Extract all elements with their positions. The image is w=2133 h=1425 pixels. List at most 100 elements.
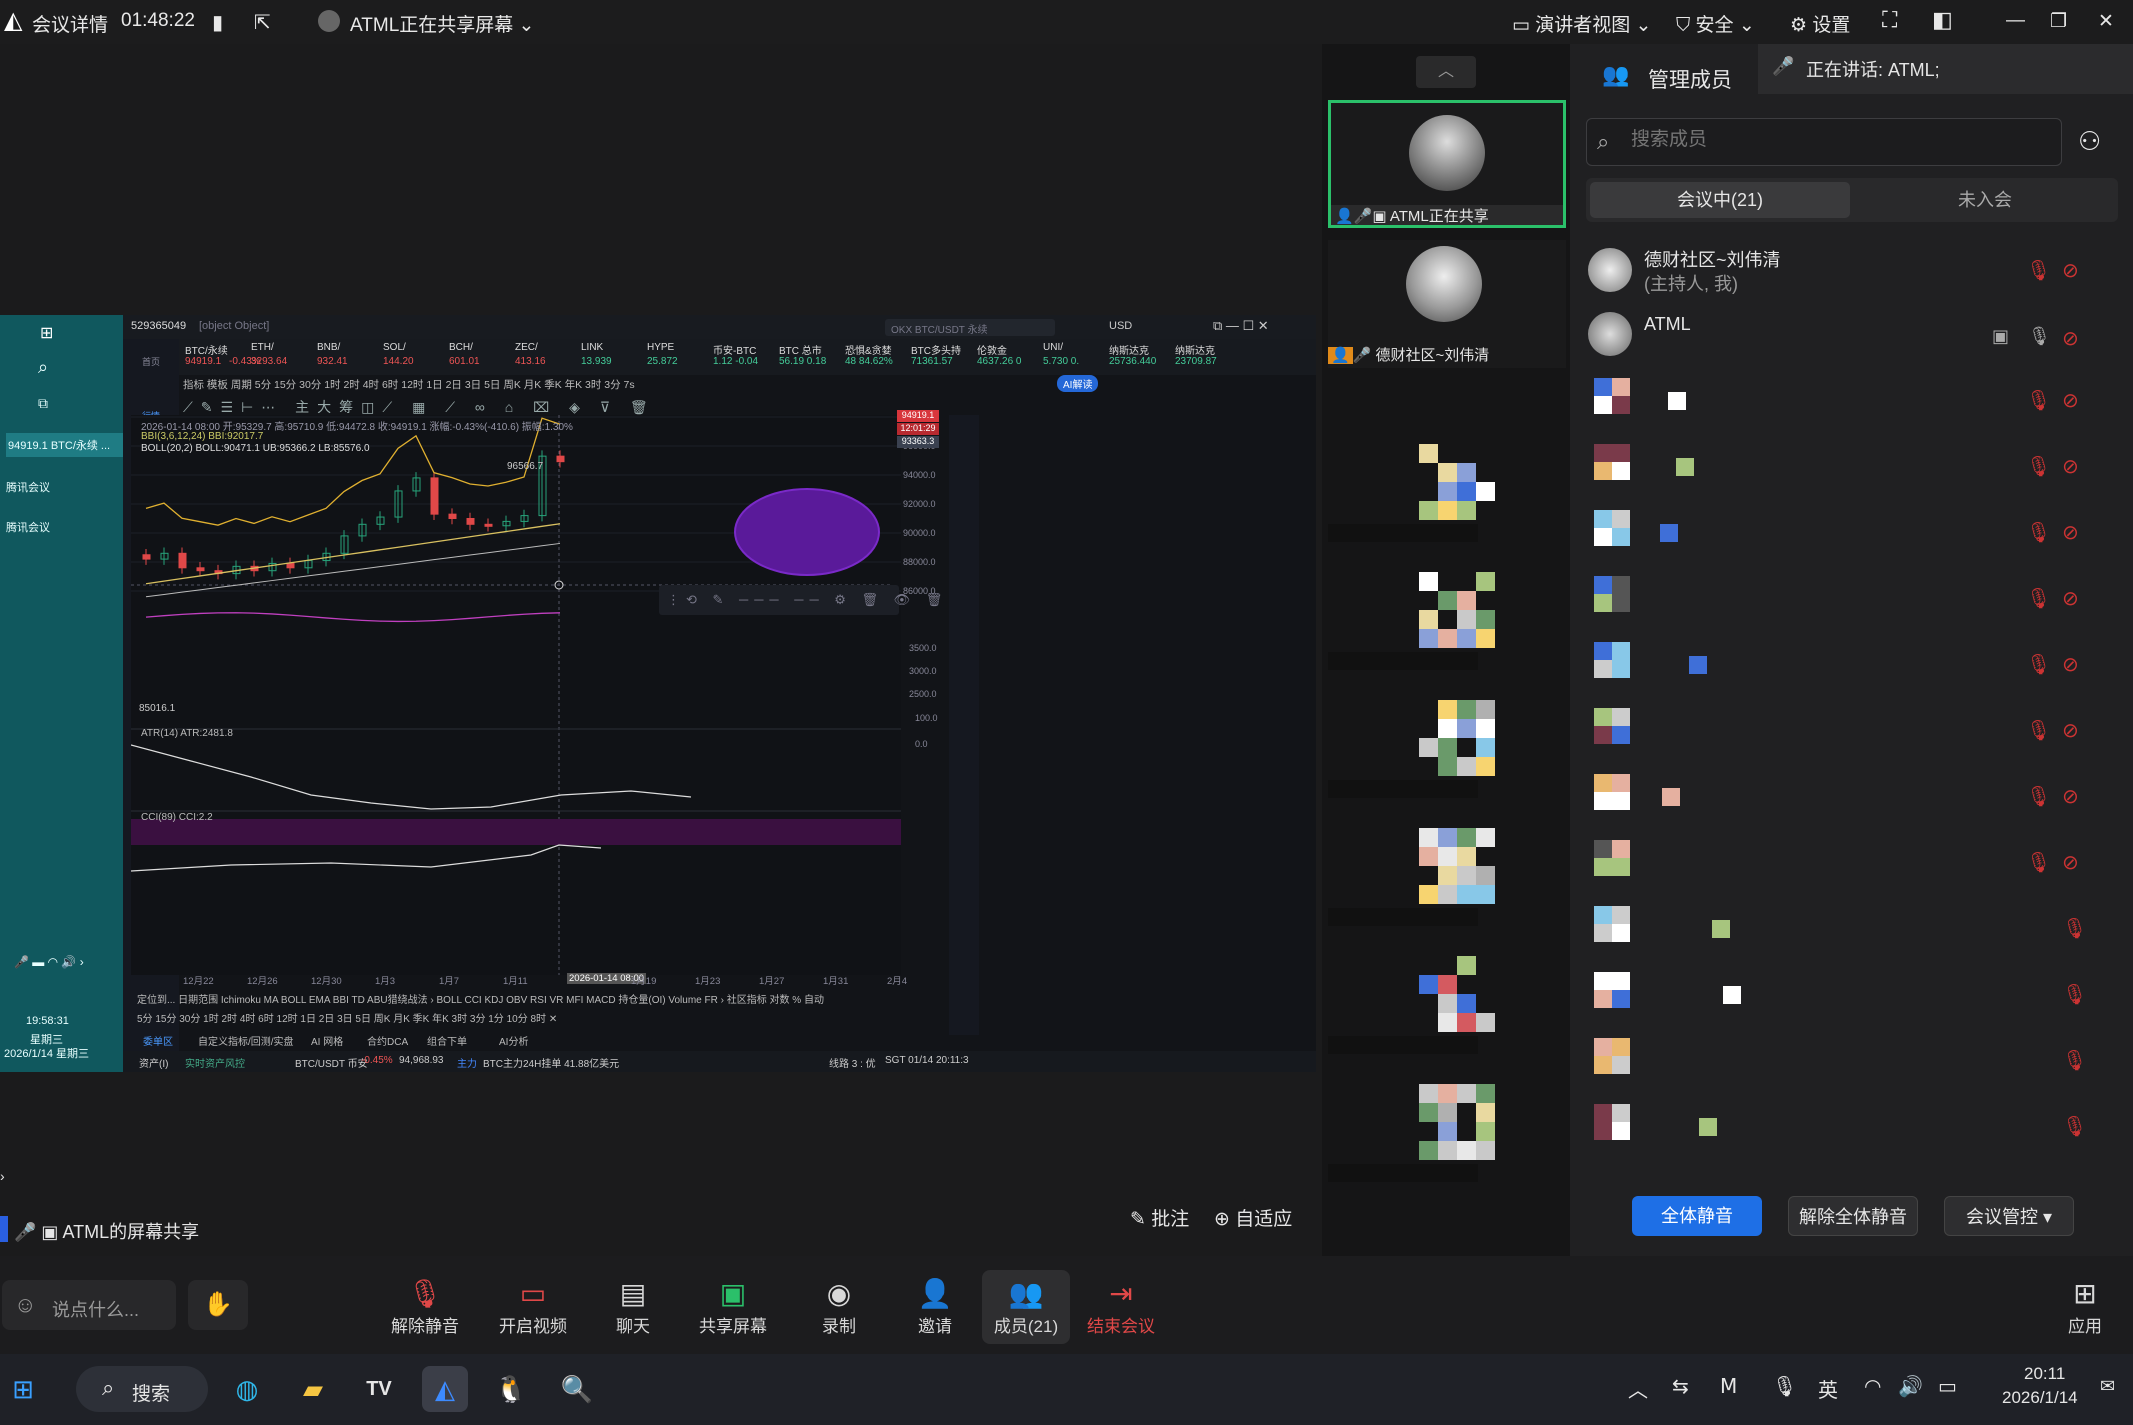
mic-muted-icon[interactable]: 🎙 [2026,652,2051,677]
taskbar-item-meeting-2[interactable]: 腾讯会议 [6,519,50,535]
members-button[interactable]: 👥 成员(21) [982,1270,1070,1344]
drawn-ellipse[interactable] [734,488,880,576]
member-row[interactable]: 🎙 ⊘ [1588,836,2118,896]
video-off-icon[interactable]: ⊘ [2062,520,2079,545]
video-off-icon[interactable]: ⊘ [2062,326,2079,351]
member-row[interactable]: 🎙 ⊘ [1588,704,2118,764]
apps-button[interactable]: ⊞ 应用 [2040,1276,2130,1337]
video-off-icon[interactable]: ⊘ [2062,454,2079,479]
unmute-all-button[interactable]: 解除全体静音 [1788,1196,1918,1236]
nav-item[interactable]: 首页 [129,355,173,368]
member-row[interactable]: 🎙 [1588,1034,2118,1094]
search-app-icon[interactable]: 🔍 [554,1366,600,1412]
popout-icon[interactable]: ⇱ [254,10,271,35]
ticker-name[interactable]: ETH/ [251,342,274,353]
settings-button[interactable]: ⚙ 设置 [1790,10,1850,37]
ticker-name[interactable]: LINK [581,342,603,353]
emoji-icon[interactable]: ☺ [14,1292,36,1318]
notification-icon[interactable]: ✉ [2100,1376,2115,1397]
expand-left-icon[interactable]: › [0,1168,5,1184]
tray-sync-icon[interactable]: ⇆ [1672,1374,1689,1399]
video-off-icon[interactable]: ⊘ [2062,718,2079,743]
ticker-name[interactable]: BTC多头持 [911,342,961,357]
video-off-icon[interactable]: ⊘ [2062,586,2079,611]
ticker-name[interactable]: BTC 总市 [779,342,822,357]
tencent-meeting-icon[interactable]: ◭ [422,1366,468,1412]
record-button[interactable]: ◉ 录制 [794,1276,884,1337]
mic-muted-icon[interactable]: 🎙 [2026,258,2051,283]
ticker-name[interactable]: SOL/ [383,342,406,353]
ticker-name[interactable]: ZEC/ [515,342,538,353]
member-row[interactable]: 🎙 ⊘ [1588,770,2118,830]
mic-on-icon[interactable]: 🎙 [2028,326,2051,347]
tradingview-icon[interactable]: TV [356,1366,402,1412]
mic-muted-icon[interactable]: 🎙 [2026,784,2051,809]
ticker-name[interactable]: UNI/ [1043,342,1063,353]
bottom-tab[interactable]: AI分析 [499,1033,528,1048]
security-button[interactable]: ⛉ 安全 ⌄ [1676,10,1755,37]
mic-muted-icon[interactable]: 🎙 [2026,388,2051,413]
member-row[interactable]: 🎙 ⊘ [1588,638,2118,698]
ticker-name[interactable]: 伦敦金 [977,342,1007,357]
close-icon[interactable]: ✕ [2098,10,2114,33]
video-off-icon[interactable]: ⊘ [2062,388,2079,413]
member-row-atml[interactable]: ATML ▣ 🎙 ⊘ [1588,312,2118,372]
scroll-up-button[interactable]: ︿ [1416,56,1476,88]
wifi-icon[interactable]: ◠ [1864,1374,1881,1399]
end-meeting-button[interactable]: ⇥ 结束会议 [1076,1276,1166,1337]
member-row[interactable]: 🎙 ⊘ [1588,374,2118,434]
ticker-name[interactable]: HYPE [647,342,674,353]
taskbar-search[interactable]: ⌕ 搜索 [76,1366,208,1412]
video-off-icon[interactable]: 🎙 [2062,916,2087,941]
ticker-name[interactable]: 纳斯达克 [1109,342,1149,357]
member-row[interactable]: 🎙 ⊘ [1588,440,2118,500]
member-row[interactable]: 🎙 [1588,902,2118,962]
mic-muted-icon[interactable]: 🎙 [2026,586,2051,611]
status-risk[interactable]: 实时资产风控 [185,1055,245,1070]
member-row[interactable]: 🎙 ⊘ [1588,506,2118,566]
search-icon[interactable]: ⌕ [38,357,48,378]
video-off-icon[interactable]: ⊘ [2062,652,2079,677]
ai-read-button[interactable]: AI解读 [1057,375,1099,392]
start-video-button[interactable]: ▭ 开启视频 [488,1276,578,1337]
price-chart[interactable] [131,415,1316,1035]
thumb-atml[interactable]: 👤🎤▣ ATML正在共享 [1328,100,1566,228]
taskbar-item-meeting-1[interactable]: 腾讯会议 [6,479,50,495]
symbol-search-input[interactable]: OKX BTC/USDT 永续 [885,319,1055,336]
ticker-name[interactable]: BNB/ [317,342,340,353]
ticker-name[interactable]: 恐惧&贪婪 [845,342,892,357]
ticker-name[interactable]: BCH/ [449,342,473,353]
minimize-icon[interactable]: — [2006,10,2025,32]
sharing-status-dropdown[interactable]: ATML正在共享屏幕 ⌄ [350,10,534,37]
volume-icon[interactable]: 🔊 [1898,1374,1923,1399]
mic-muted-icon[interactable]: 🎙 [2026,520,2051,545]
bottom-tab[interactable]: 组合下单 [427,1033,467,1048]
share-screen-button[interactable]: ▣ 共享屏幕 [688,1276,778,1337]
signal-icon[interactable]: ▮ [212,10,223,35]
restore-icon[interactable]: ❐ [2050,10,2067,33]
file-explorer-icon[interactable]: ▰ [290,1366,336,1412]
member-row-host[interactable]: 德财社区~刘伟清 (主持人, 我) 🎙 ⊘ [1588,244,2118,304]
taskbar-item-btc[interactable]: 94919.1 BTC/永续 ... [6,433,124,457]
status-assets[interactable]: 资产(I) [139,1055,168,1070]
video-off-icon[interactable]: ⊘ [2062,258,2079,283]
ticker-name[interactable]: BTC/永续 [185,342,228,357]
windows-start-icon[interactable]: ⊞ [40,323,53,343]
fit-button[interactable]: ⊕ 自适应 [1214,1204,1292,1231]
edge-browser-icon[interactable]: ◍ [224,1366,270,1412]
member-row[interactable]: 🎙 [1588,968,2118,1028]
video-off-icon[interactable]: 🎙 [2062,1048,2087,1073]
mic-muted-icon[interactable]: 🎙 [2026,454,2051,479]
ticker-name[interactable]: 币安-BTC [713,342,756,357]
currency-select[interactable]: USD [1109,320,1132,332]
tray-icons[interactable]: 🎤 ▬ ◠ 🔊 › [14,955,84,969]
member-row[interactable]: 🎙 [1588,1100,2118,1160]
bottom-tab[interactable]: 自定义指标/回测/实盘 [198,1033,294,1048]
mic-muted-icon[interactable]: 🎙 [2026,850,2051,875]
video-off-icon[interactable]: 🎙 [2062,1114,2087,1139]
fullscreen-icon[interactable]: ⛶ [1882,7,1897,33]
ime-indicator[interactable]: 英 [1818,1374,1838,1403]
member-search-field[interactable]: ⌕ [1586,118,2062,166]
bottom-tab[interactable]: AI 网格 [311,1033,343,1048]
tab-in-meeting[interactable]: 会议中(21) [1590,182,1850,218]
